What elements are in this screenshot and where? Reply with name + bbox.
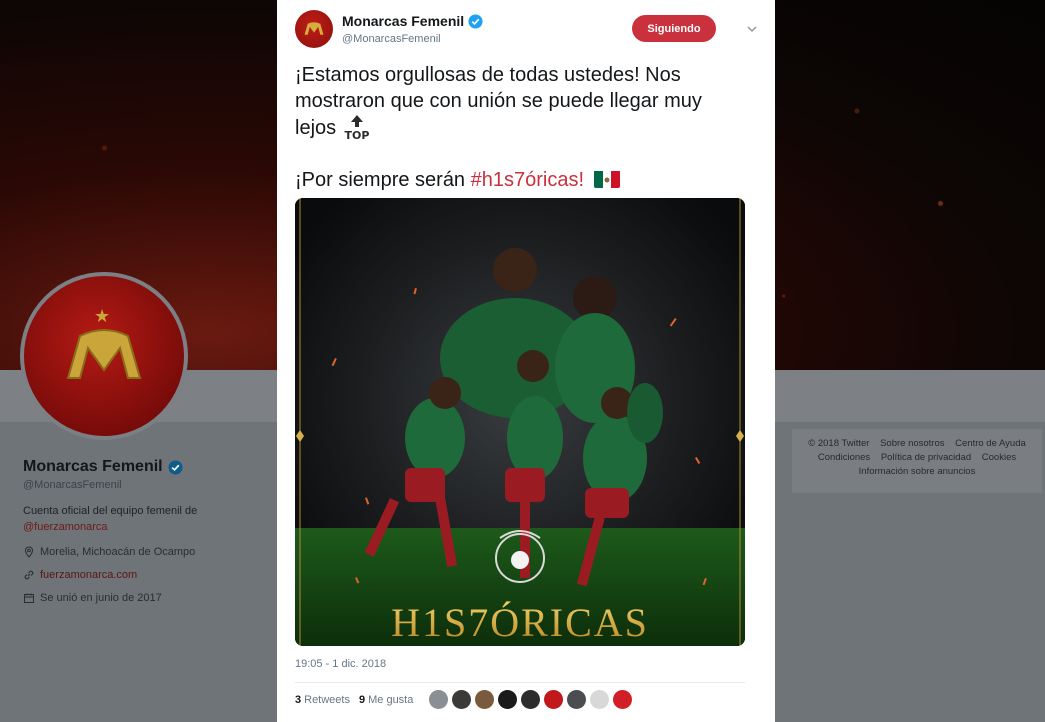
footer-line: Condiciones Política de privacidad Cooki… [802, 451, 1032, 465]
profile-bio: Cuenta oficial del equipo femenil de @fu… [23, 503, 223, 535]
likes-label: Me gusta [368, 694, 414, 706]
tweet-stats: 3 Retweets 9 Me gusta [295, 694, 422, 706]
svg-text:TOP: TOP [344, 129, 369, 140]
profile-joined-text: Se unió en junio de 2017 [40, 592, 162, 604]
profile-website-link[interactable]: fuerzamonarca.com [40, 569, 137, 581]
footer-link-help[interactable]: Centro de Ayuda [955, 438, 1026, 449]
tweet-media-image[interactable]: H1S7ÓRICAS [295, 198, 745, 646]
footer-link-privacy[interactable]: Política de privacidad [881, 452, 971, 463]
liker-avatar[interactable] [452, 690, 471, 709]
liker-avatar[interactable] [613, 690, 632, 709]
link-icon [24, 570, 34, 580]
profile-name: Monarcas Femenil [23, 458, 183, 476]
top-arrow-emoji: TOP [342, 114, 372, 142]
tweet-modal: Monarcas Femenil @MonarcasFemenil Siguie… [277, 0, 775, 722]
tweet-author-name-text[interactable]: Monarcas Femenil [342, 13, 464, 29]
star-icon: ★ [94, 306, 111, 326]
footer-link-terms[interactable]: Condiciones [818, 452, 870, 463]
verified-badge-icon [168, 459, 183, 475]
retweets-stat[interactable]: 3 Retweets [295, 694, 350, 706]
footer-link-copyright[interactable]: © 2018 Twitter [808, 438, 869, 449]
verified-badge-icon [468, 13, 483, 29]
liker-avatar[interactable] [544, 690, 563, 709]
profile-location: Morelia, Michoacán de Ocampo [23, 546, 195, 558]
image-title-text: H1S7ÓRICAS [391, 600, 649, 645]
tweet-header: Monarcas Femenil @MonarcasFemenil Siguie… [295, 10, 757, 50]
footer-link-ads-info[interactable]: Información sobre anuncios [859, 466, 976, 477]
tweet-text: ¡Estamos orgullosas de todas ustedes! No… [295, 62, 745, 219]
profile-bio-text: Cuenta oficial del equipo femenil de [23, 505, 198, 517]
profile-avatar[interactable]: ★ [20, 272, 188, 440]
liker-avatar[interactable] [498, 690, 517, 709]
profile-name-text: Monarcas Femenil [23, 458, 163, 475]
divider [295, 682, 745, 683]
footer-link-about[interactable]: Sobre nosotros [880, 438, 944, 449]
profile-joined: Se unió en junio de 2017 [23, 592, 162, 604]
tweet-text-line2-prefix: ¡Por siempre serán [295, 169, 466, 191]
likes-stat[interactable]: 9 Me gusta [359, 694, 413, 706]
tweet-text-line2-suffix: ! [578, 169, 585, 191]
liker-avatars [429, 690, 632, 709]
mexico-flag-emoji [593, 170, 620, 188]
footer-links: © 2018 Twitter Sobre nosotros Centro de … [792, 429, 1042, 493]
retweets-count: 3 [295, 694, 302, 706]
liker-avatar[interactable] [590, 690, 609, 709]
tweet-timestamp[interactable]: 19:05 - 1 dic. 2018 [295, 658, 386, 670]
following-button[interactable]: Siguiendo [632, 15, 716, 42]
profile-bio-mention-link[interactable]: @fuerzamonarca [23, 521, 108, 533]
footer-line: Información sobre anuncios [802, 465, 1032, 479]
celebration-photo: H1S7ÓRICAS [295, 198, 745, 646]
retweets-label: Retweets [304, 694, 350, 706]
profile-website: fuerzamonarca.com [23, 569, 137, 581]
monarcas-m-logo [66, 329, 142, 379]
tweet-author-avatar[interactable] [295, 10, 333, 48]
liker-avatar[interactable] [567, 690, 586, 709]
calendar-icon [24, 593, 34, 603]
footer-link-cookies[interactable]: Cookies [982, 452, 1016, 463]
likes-count: 9 [358, 694, 366, 706]
tweet-author-handle[interactable]: @MonarcasFemenil [342, 33, 441, 45]
location-pin-icon [24, 546, 34, 558]
chevron-down-icon[interactable] [745, 22, 759, 36]
liker-avatar[interactable] [521, 690, 540, 709]
footer-line: © 2018 Twitter Sobre nosotros Centro de … [802, 437, 1032, 451]
hashtag-link[interactable]: #h1s7óricas [471, 169, 579, 191]
profile-handle: @MonarcasFemenil [23, 479, 122, 491]
monarcas-m-logo [304, 22, 324, 35]
profile-location-text: Morelia, Michoacán de Ocampo [40, 546, 196, 558]
liker-avatar[interactable] [475, 690, 494, 709]
liker-avatar[interactable] [429, 690, 448, 709]
tweet-author-name[interactable]: Monarcas Femenil [342, 13, 483, 29]
